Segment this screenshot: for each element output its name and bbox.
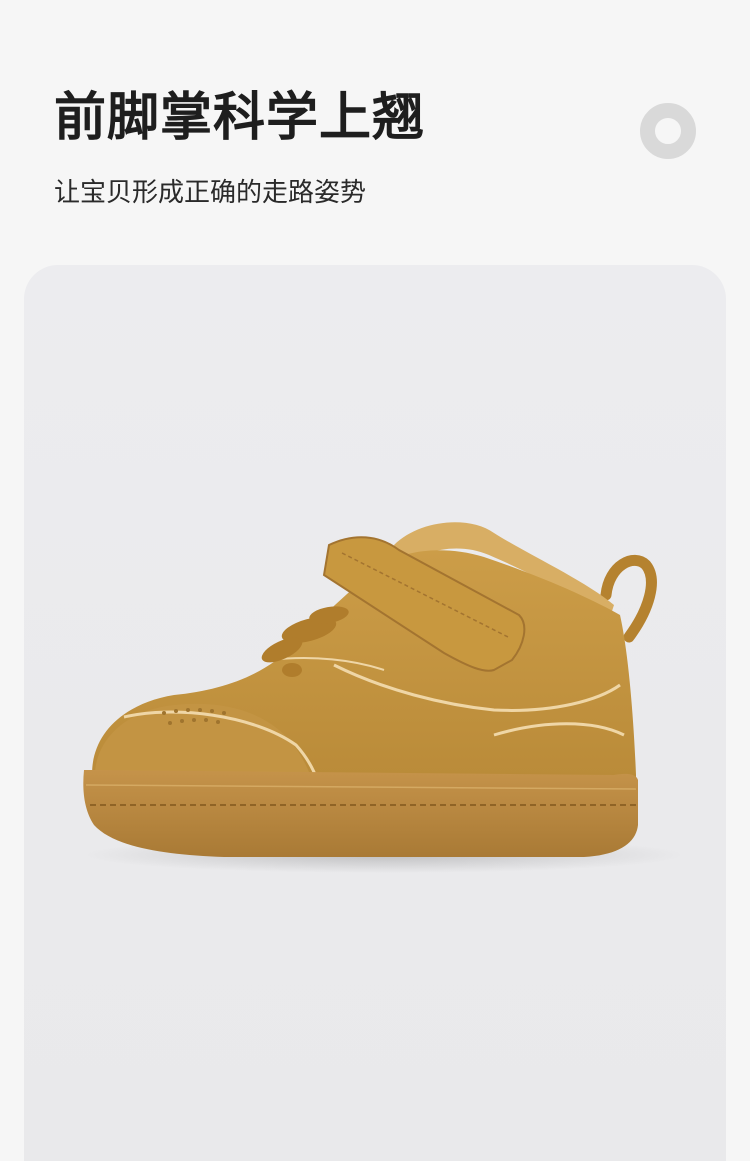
circle-ring-icon: [640, 103, 696, 159]
page-subtitle: 让宝贝形成正确的走路姿势: [54, 178, 367, 208]
high-top-baby-sneaker-icon: [83, 522, 684, 873]
product-image-card: [24, 265, 726, 1161]
page-title: 前脚掌科学上翘: [54, 88, 426, 148]
